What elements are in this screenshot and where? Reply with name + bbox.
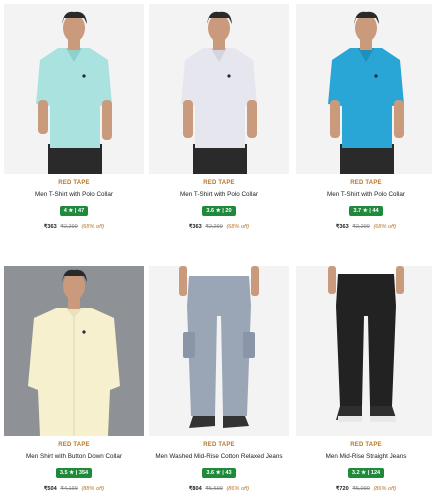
product-image[interactable] [149, 4, 289, 174]
brand-label: RED TAPE [350, 180, 382, 186]
brand-label: RED TAPE [203, 442, 235, 448]
brand-label: RED TAPE [203, 180, 235, 186]
rating-badge: 4 ★ | 47 [59, 206, 89, 216]
product-card[interactable]: RED TAPE Men Mid-Rise Straight Jeans 3.2… [296, 266, 432, 493]
washed-cargo-jeans-image [149, 266, 289, 436]
price-row: ₹363 ₹2,299 (68% off) [296, 223, 432, 231]
product-title[interactable]: Men Shirt with Button Down Collar [4, 452, 144, 461]
price-row: ₹363 ₹2,299 (68% off) [4, 223, 144, 231]
white-polo-tshirt-image [149, 4, 289, 174]
discount-label: (86% off) [226, 486, 250, 492]
rating-badge: 3.2 ★ | 124 [347, 468, 385, 478]
discount-label: (68% off) [81, 224, 105, 230]
rating-badge: 3.5 ★ | 354 [55, 468, 93, 478]
sale-price: ₹804 [188, 486, 202, 492]
discount-label: (68% off) [226, 224, 250, 230]
sale-price: ₹720 [335, 486, 349, 492]
sale-price: ₹363 [188, 224, 202, 230]
product-card[interactable]: RED TAPE Men Shirt with Button Down Coll… [4, 266, 144, 493]
brand-label: RED TAPE [58, 180, 90, 186]
rating-badge: 3.6 ★ | 20 [202, 206, 236, 216]
brand-label: RED TAPE [350, 442, 382, 448]
price-row: ₹504 ₹4,199 (88% off) [4, 485, 144, 493]
product-image[interactable] [149, 266, 289, 436]
price-row: ₹720 ₹5,099 (86% off) [296, 485, 432, 493]
product-title[interactable]: Men T-Shirt with Polo Collar [4, 190, 144, 199]
product-title[interactable]: Men Mid-Rise Straight Jeans [296, 452, 432, 461]
sale-price: ₹363 [43, 224, 57, 230]
black-straight-jeans-image [296, 266, 432, 436]
product-card[interactable]: RED TAPE Men Washed Mid-Rise Cotton Rela… [149, 266, 289, 493]
product-card[interactable]: RED TAPE Men T-Shirt with Polo Collar 3.… [149, 4, 289, 231]
original-price: ₹5,099 [352, 486, 370, 492]
product-image[interactable] [296, 4, 432, 174]
product-grid: RED TAPE Men T-Shirt with Polo Collar 4 … [0, 0, 432, 500]
product-image[interactable] [4, 4, 144, 174]
original-price: ₹2,299 [60, 224, 78, 230]
brand-label: RED TAPE [58, 442, 90, 448]
sale-price: ₹363 [335, 224, 349, 230]
product-title[interactable]: Men T-Shirt with Polo Collar [296, 190, 432, 199]
price-row: ₹363 ₹2,299 (68% off) [149, 223, 289, 231]
product-title[interactable]: Men T-Shirt with Polo Collar [149, 190, 289, 199]
product-card[interactable]: RED TAPE Men T-Shirt with Polo Collar 4 … [4, 4, 144, 231]
discount-label: (68% off) [373, 224, 397, 230]
sale-price: ₹504 [43, 486, 57, 492]
product-image[interactable] [296, 266, 432, 436]
discount-label: (86% off) [373, 486, 397, 492]
rating-badge: 3.7 ★ | 44 [349, 206, 383, 216]
rating-badge: 3.6 ★ | 43 [202, 468, 236, 478]
product-title[interactable]: Men Washed Mid-Rise Cotton Relaxed Jeans [149, 452, 289, 461]
price-row: ₹804 ₹5,699 (86% off) [149, 485, 289, 493]
original-price: ₹4,199 [60, 486, 78, 492]
original-price: ₹5,699 [205, 486, 223, 492]
discount-label: (88% off) [81, 486, 105, 492]
original-price: ₹2,299 [205, 224, 223, 230]
cream-button-down-shirt-image [4, 266, 144, 436]
mint-polo-tshirt-image [4, 4, 144, 174]
product-card[interactable]: RED TAPE Men T-Shirt with Polo Collar 3.… [296, 4, 432, 231]
original-price: ₹2,299 [352, 224, 370, 230]
product-image[interactable] [4, 266, 144, 436]
blue-polo-tshirt-image [296, 4, 432, 174]
